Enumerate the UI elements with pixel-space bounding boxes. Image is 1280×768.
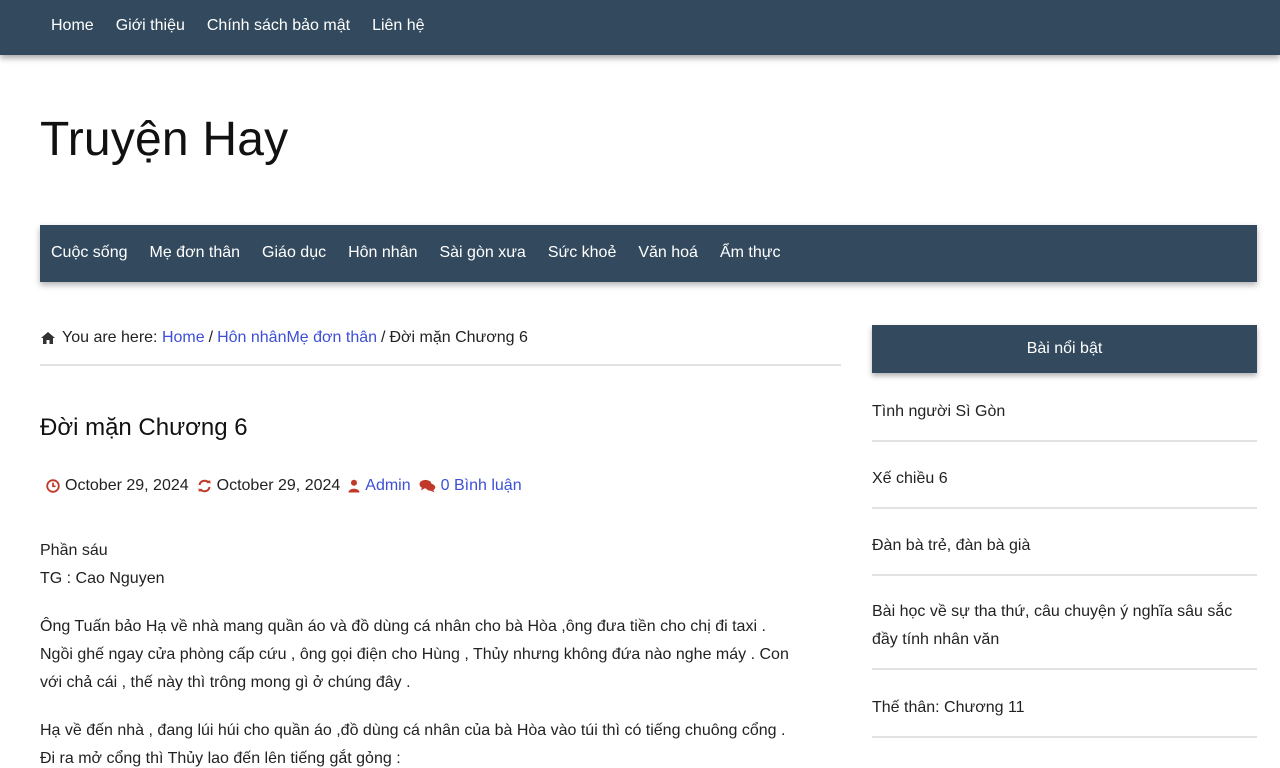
breadcrumb-separator: / <box>208 329 214 346</box>
list-item: Thế thân: Chương 11 <box>872 670 1257 738</box>
breadcrumb-prefix: You are here: <box>62 329 158 346</box>
list-item: Xế chiều 6 <box>872 442 1257 509</box>
paragraph-line: Phần sáu <box>40 542 108 559</box>
category-nav-van-hoa[interactable]: Văn hoá <box>627 244 709 263</box>
featured-post-link[interactable]: Đàn bà trẻ, đàn bà già <box>872 532 1257 560</box>
list-item: Bài học về sự tha thứ, câu chuyện ý nghĩ… <box>872 576 1257 670</box>
published-date-text: October 29, 2024 <box>65 477 189 494</box>
breadcrumb: You are here: Home / Hôn nhân Mẹ đơn thâ… <box>40 329 841 366</box>
category-nav: Cuộc sống Mẹ đơn thân Giáo dục Hôn nhân … <box>40 225 1257 282</box>
author-link[interactable]: Admin <box>365 477 410 495</box>
featured-post-link[interactable]: Xế chiều 6 <box>872 465 1257 493</box>
paragraph-line: với chả cái , thế này thì trông mong gì … <box>40 674 411 691</box>
updated-date: October 29, 2024 <box>197 477 341 495</box>
top-nav-home[interactable]: Home <box>40 17 105 38</box>
paragraph: Phần sáu TG : Cao Nguyen <box>40 537 845 593</box>
breadcrumb-current: Đời mặn Chương 6 <box>389 329 528 346</box>
comments-icon <box>419 479 435 493</box>
top-nav-about[interactable]: Giới thiệu <box>105 17 196 38</box>
category-nav-am-thuc[interactable]: Ẩm thực <box>709 244 792 263</box>
paragraph: Ông Tuấn bảo Hạ về nhà mang quần áo và đ… <box>40 613 845 697</box>
breadcrumb-separator: / <box>381 329 386 346</box>
featured-posts-list: Tình người Sì Gòn Xế chiều 6 Đàn bà trẻ,… <box>872 388 1257 738</box>
top-nav-privacy[interactable]: Chính sách bảo mật <box>196 17 361 38</box>
post-meta: October 29, 2024 October 29, 2024 Admin … <box>46 477 530 495</box>
paragraph-line: TG : Cao Nguyen <box>40 570 165 587</box>
category-nav-sai-gon-xua[interactable]: Sài gòn xưa <box>428 244 536 263</box>
updated-date-text: October 29, 2024 <box>216 477 341 494</box>
category-nav-giao-duc[interactable]: Giáo dục <box>251 244 337 263</box>
category-nav-me-don-than[interactable]: Mẹ đơn thân <box>139 244 252 263</box>
top-nav-contact[interactable]: Liên hệ <box>361 17 436 38</box>
list-item: Tình người Sì Gòn <box>872 388 1257 442</box>
published-date: October 29, 2024 <box>46 477 189 495</box>
category-nav-hon-nhan[interactable]: Hôn nhân <box>337 244 428 263</box>
breadcrumb-category-hon-nhan[interactable]: Hôn nhân <box>217 329 286 347</box>
home-icon <box>40 331 56 345</box>
paragraph-line: Hạ về đến nhà , đang lúi húi cho quần áo… <box>40 722 786 739</box>
paragraph-line: Ngồi ghế ngay cửa phòng cấp cứu , ông gọ… <box>40 646 789 663</box>
paragraph: Hạ về đến nhà , đang lúi húi cho quần áo… <box>40 717 845 768</box>
user-icon <box>348 479 360 493</box>
featured-post-link[interactable]: Bài học về sự tha thứ, câu chuyện ý nghĩ… <box>872 598 1257 654</box>
list-item: Đàn bà trẻ, đàn bà già <box>872 509 1257 576</box>
paragraph-line: Đi ra mở cổng thì Thủy lao đến lên tiếng… <box>40 750 401 767</box>
refresh-icon <box>198 479 211 493</box>
post-content: Phần sáu TG : Cao Nguyen Ông Tuấn bảo Hạ… <box>40 537 845 768</box>
author: Admin <box>348 477 411 495</box>
site-title[interactable]: Truyện Hay <box>40 112 288 167</box>
paragraph-line: Ông Tuấn bảo Hạ về nhà mang quần áo và đ… <box>40 618 766 635</box>
comments-link[interactable]: 0 Bình luận <box>441 477 522 495</box>
post-title: Đời mặn Chương 6 <box>40 414 248 441</box>
top-nav: Home Giới thiệu Chính sách bảo mật Liên … <box>0 0 1280 55</box>
featured-post-link[interactable]: Thế thân: Chương 11 <box>872 694 1257 722</box>
comments: 0 Bình luận <box>419 477 522 495</box>
category-nav-cuoc-song[interactable]: Cuộc sống <box>40 244 139 263</box>
category-nav-suc-khoe[interactable]: Sức khoẻ <box>537 244 628 263</box>
clock-icon <box>46 479 60 493</box>
breadcrumb-home-link[interactable]: Home <box>162 329 205 347</box>
breadcrumb-category-me-don-than[interactable]: Mẹ đơn thân <box>286 329 377 347</box>
featured-post-link[interactable]: Tình người Sì Gòn <box>872 398 1257 426</box>
sidebar-heading: Bài nổi bật <box>872 325 1257 373</box>
